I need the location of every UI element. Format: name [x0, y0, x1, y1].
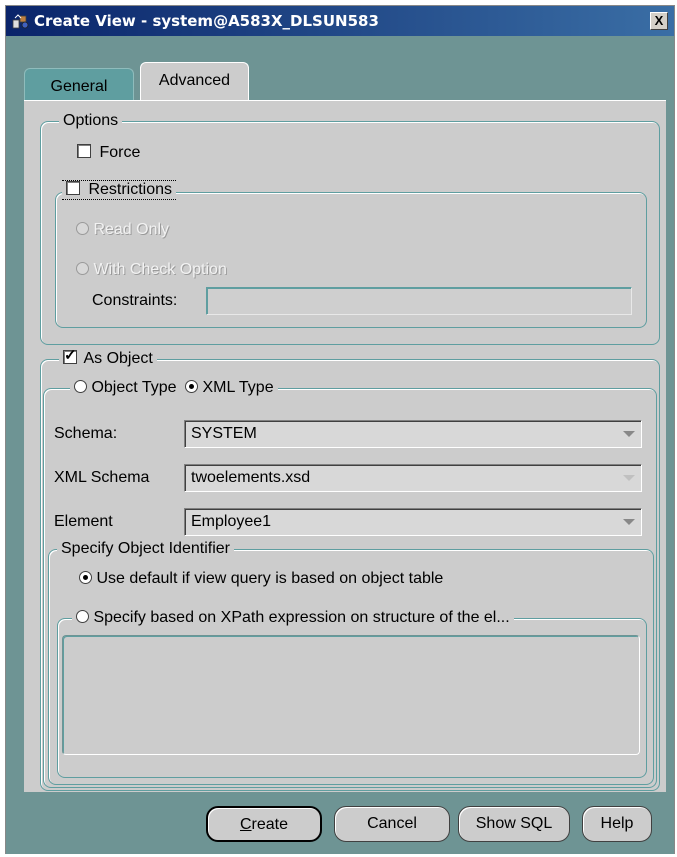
- element-label: Element: [54, 513, 113, 530]
- force-checkbox[interactable]: [77, 144, 91, 158]
- create-button[interactable]: Create: [206, 806, 322, 842]
- restrictions-group: Restrictions Read Only With Check Option…: [55, 180, 647, 328]
- help-button-label: Help: [600, 815, 634, 832]
- show-sql-button[interactable]: Show SQL: [458, 806, 570, 842]
- object-type-radio[interactable]: [74, 380, 87, 393]
- chevron-down-icon: [623, 431, 635, 437]
- create-view-dialog: Create View - system@A583X_DLSUN583 X Ge…: [5, 5, 675, 854]
- create-button-label: Create: [239, 816, 289, 833]
- chevron-down-icon: [623, 475, 635, 481]
- use-default-label: Use default if view query is based on ob…: [96, 570, 444, 587]
- element-value: Employee1: [191, 513, 272, 530]
- constraints-label: Constraints:: [92, 292, 178, 309]
- check-option-label: With Check Option: [93, 261, 227, 278]
- use-default-radio[interactable]: [79, 571, 92, 584]
- title-bar[interactable]: Create View - system@A583X_DLSUN583 X: [6, 6, 674, 36]
- restrictions-checkbox-row[interactable]: Restrictions: [62, 180, 177, 200]
- type-radio-row: Object Type XML Type: [70, 379, 278, 397]
- read-only-radio: [76, 222, 89, 235]
- force-label: Force: [99, 144, 141, 161]
- schema-label: Schema:: [54, 425, 118, 442]
- as-object-group: As Object Object Type XML Type Schema: S…: [40, 347, 660, 791]
- as-object-checkbox-row[interactable]: As Object: [59, 347, 157, 368]
- element-select[interactable]: Employee1: [184, 508, 642, 536]
- tab-general[interactable]: General: [24, 68, 134, 102]
- tab-general-label: General: [50, 78, 108, 95]
- close-button[interactable]: X: [650, 12, 668, 30]
- xml-schema-label: XML Schema: [54, 469, 150, 486]
- use-default-radio-row[interactable]: Use default if view query is based on ob…: [79, 570, 443, 588]
- app-icon: [12, 14, 29, 29]
- identifier-group: Specify Object Identifier Use default if…: [48, 540, 654, 785]
- check-option-radio-row: With Check Option: [76, 261, 227, 279]
- as-object-checkbox[interactable]: [63, 347, 77, 365]
- cancel-button[interactable]: Cancel: [334, 806, 450, 842]
- schema-value: SYSTEM: [191, 425, 257, 442]
- options-group: Options Force Restrictions Read Only Wit…: [40, 112, 660, 345]
- xpath-group: Specify based on XPath expression on str…: [57, 609, 647, 778]
- identifier-legend: Specify Object Identifier: [57, 540, 234, 558]
- force-checkbox-row[interactable]: Force: [77, 144, 140, 162]
- xpath-expression-field[interactable]: [62, 635, 640, 755]
- xpath-label: Specify based on XPath expression on str…: [93, 609, 510, 626]
- tab-advanced-label: Advanced: [158, 72, 231, 89]
- read-only-radio-row: Read Only: [76, 221, 169, 239]
- constraints-field[interactable]: [206, 287, 632, 315]
- check-option-radio: [76, 262, 89, 275]
- cancel-button-label: Cancel: [367, 815, 417, 832]
- window-title: Create View - system@A583X_DLSUN583: [34, 12, 379, 30]
- tab-advanced[interactable]: Advanced: [140, 62, 249, 102]
- show-sql-button-label: Show SQL: [475, 815, 553, 832]
- xml-type-label: XML Type: [202, 379, 274, 396]
- restrictions-checkbox[interactable]: [66, 181, 80, 195]
- xml-schema-value: twoelements.xsd: [191, 469, 311, 486]
- type-group: Object Type XML Type Schema: SYSTEM XML …: [43, 379, 657, 788]
- xml-type-radio[interactable]: [185, 380, 198, 393]
- xpath-radio-row[interactable]: Specify based on XPath expression on str…: [72, 609, 514, 627]
- as-object-label: As Object: [83, 350, 153, 367]
- help-button[interactable]: Help: [582, 806, 652, 842]
- chevron-down-icon: [623, 519, 635, 525]
- schema-select[interactable]: SYSTEM: [184, 420, 642, 448]
- advanced-panel: Options Force Restrictions Read Only Wit…: [24, 100, 666, 792]
- object-type-label: Object Type: [91, 379, 177, 396]
- restrictions-label: Restrictions: [88, 181, 173, 198]
- close-icon: X: [654, 13, 664, 28]
- options-legend: Options: [59, 112, 123, 130]
- xpath-radio[interactable]: [76, 610, 89, 623]
- xml-schema-select[interactable]: twoelements.xsd: [184, 464, 642, 492]
- dialog-body: General Advanced Options Force Restricti…: [6, 36, 674, 854]
- read-only-label: Read Only: [93, 221, 170, 238]
